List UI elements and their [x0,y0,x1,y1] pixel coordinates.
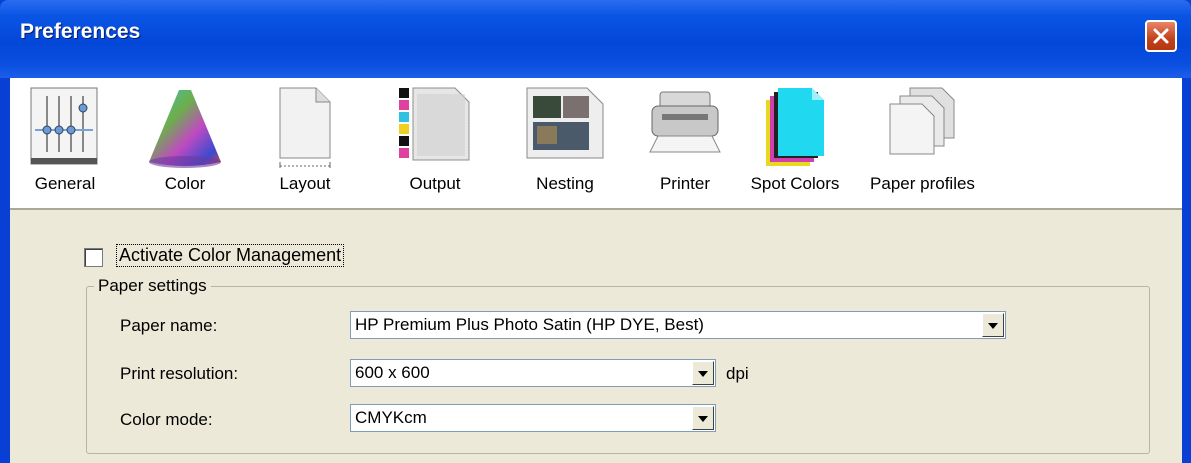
printer-icon [646,86,724,165]
chevron-down-icon[interactable] [692,361,714,385]
print-resolution-select[interactable]: 600 x 600 [350,359,716,387]
toolbar-item-label: Spot Colors [750,174,840,193]
paper-name-label: Paper name: [120,316,218,335]
preferences-window: Preferences General Color Layout Output … [0,0,1191,463]
activate-color-management-label[interactable]: Activate Color Management [116,244,345,267]
close-button[interactable] [1145,20,1177,52]
toolbar-item-label: Output [409,174,461,193]
toolbar-item-paper-profiles[interactable]: Paper profiles [855,78,990,208]
activate-color-management-checkbox[interactable] [84,248,103,267]
toolbar-item-layout[interactable]: Layout [250,78,360,208]
paper-name-value: HP Premium Plus Photo Satin (HP DYE, Bes… [355,315,704,334]
toolbar-item-output[interactable]: Output [370,78,500,208]
toolbar-item-label: Layout [279,174,331,193]
chevron-down-icon[interactable] [692,406,714,430]
toolbar-item-spot-colors[interactable]: Spot Colors [735,78,855,208]
paper-name-select[interactable]: HP Premium Plus Photo Satin (HP DYE, Bes… [350,311,1006,339]
toolbar-item-label: Color [164,174,206,193]
page-layout-icon [274,86,336,175]
color-mode-value: CMYKcm [355,408,427,427]
color-cone-icon [145,86,225,175]
chevron-down-icon[interactable] [982,313,1004,337]
toolbar-item-label: General [34,174,96,193]
print-resolution-value: 600 x 600 [355,363,430,382]
print-resolution-label: Print resolution: [120,364,239,383]
toolbar-item-label: Nesting [536,174,594,193]
preferences-toolbar: General Color Layout Output Nesting Prin… [10,78,1182,208]
toolbar-item-general[interactable]: General [10,78,120,208]
toolbar-item-label: Printer [659,174,711,193]
sliders-icon [29,86,101,173]
spot-colors-icon [762,86,828,175]
resolution-unit: dpi [726,364,749,383]
toolbar-item-printer[interactable]: Printer [630,78,740,208]
color-mode-select[interactable]: CMYKcm [350,404,716,432]
toolbar-item-label: Paper profiles [870,174,975,193]
nesting-photos-icon [523,86,607,167]
paper-settings-title: Paper settings [94,276,211,296]
color-preferences-panel: Activate Color Management Paper settings… [10,210,1182,463]
output-strip-icon [397,86,473,169]
window-title: Preferences [20,20,141,43]
title-bar[interactable]: Preferences [0,0,1191,78]
toolbar-item-color[interactable]: Color [130,78,240,208]
toolbar-item-nesting[interactable]: Nesting [500,78,630,208]
paper-stack-icon [888,86,958,161]
color-mode-label: Color mode: [120,410,213,429]
